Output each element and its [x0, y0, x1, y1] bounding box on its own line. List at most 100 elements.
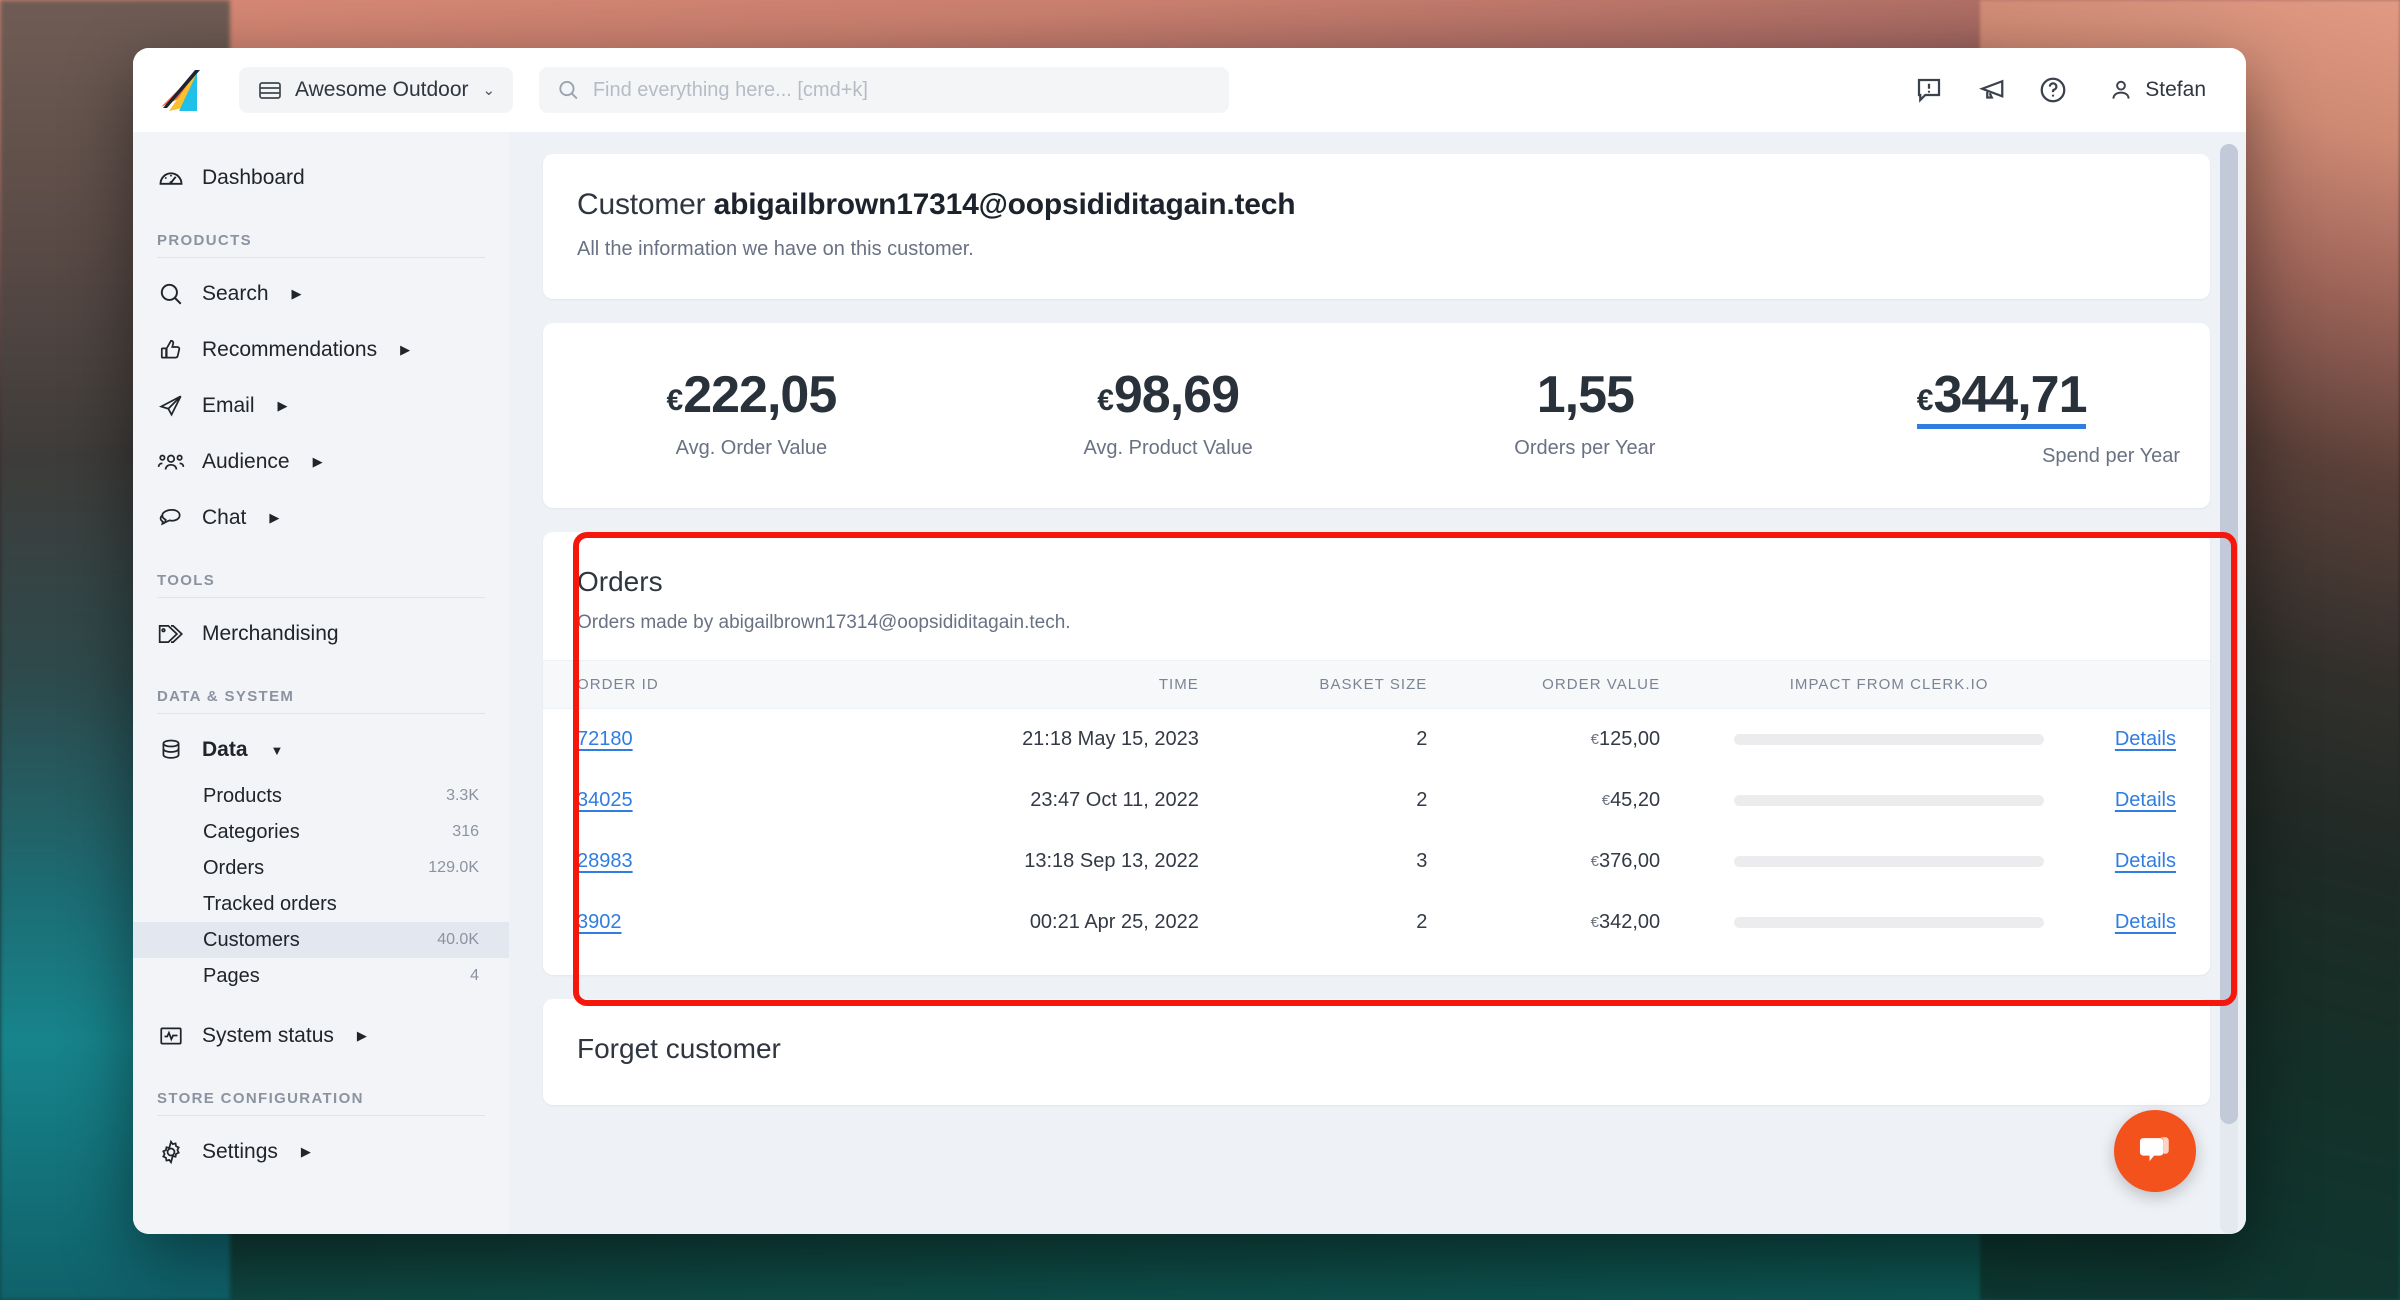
sidebar-item-label: Search [202, 282, 269, 305]
sidebar-item-dashboard[interactable]: Dashboard [133, 150, 509, 206]
global-search[interactable] [539, 67, 1230, 113]
activity-icon [157, 1022, 185, 1050]
user-name: Stefan [2145, 78, 2206, 101]
impact-progress-bar [1734, 795, 2045, 806]
currency-symbol: € [1590, 731, 1599, 748]
sidebar-subitem-count: 3.3K [446, 787, 479, 804]
order-time: 00:21 Apr 25, 2022 [1029, 911, 1199, 933]
orders-header: Orders Orders made by abigailbrown17314@… [543, 532, 2210, 660]
search-input[interactable] [592, 78, 1212, 102]
stat-label: Avg. Product Value [1083, 437, 1253, 459]
desktop-wallpaper: Awesome Outdoor ⌄ Find everything here..… [0, 0, 2400, 1300]
store-switcher[interactable]: Awesome Outdoor ⌄ [239, 67, 514, 113]
sidebar-subitem-label: Orders [203, 856, 265, 879]
sidebar: Dashboard PRODUCTS Search ▶ Recommendati… [133, 132, 509, 1234]
store-switcher-label: Awesome Outdoor [295, 78, 469, 101]
sidebar-item-label: System status [202, 1024, 334, 1047]
impact-progress-bar [1734, 734, 2045, 745]
vertical-scrollbar-track[interactable] [2220, 144, 2238, 1234]
details-link[interactable]: Details [2115, 911, 2176, 933]
sidebar-subitem-count: 129.0K [428, 859, 479, 876]
order-time: 21:18 May 15, 2023 [1022, 728, 1199, 750]
announcement-icon[interactable] [1976, 75, 2006, 105]
order-basket-size: 2 [1416, 789, 1428, 811]
currency-symbol: € [1590, 853, 1599, 870]
divider [157, 597, 485, 598]
divider [157, 257, 485, 258]
divider [157, 1115, 485, 1116]
chevron-right-icon: ▶ [400, 342, 411, 357]
orders-subtitle: Orders made by abigailbrown17314@oopsidi… [577, 612, 1071, 633]
sidebar-item-data[interactable]: Data ▼ [133, 722, 509, 778]
stat-number: 98,69 [1113, 366, 1240, 424]
clerk-io-logo[interactable] [157, 67, 211, 113]
details-link[interactable]: Details [2115, 789, 2176, 811]
order-id-link[interactable]: 72180 [577, 728, 633, 750]
currency-symbol: € [1601, 792, 1611, 809]
table-row: 3902 00:21 Apr 25, 2022 2 €342,00 Detail… [543, 892, 2210, 953]
order-id-link[interactable]: 28983 [577, 850, 633, 872]
sidebar-item-settings[interactable]: Settings ▶ [133, 1124, 509, 1180]
column-header-order-value: ORDER VALUE [1485, 660, 1735, 709]
top-navigation-bar: Awesome Outdoor ⌄ Find everything here..… [133, 48, 2246, 132]
order-basket-size: 2 [1416, 728, 1428, 750]
details-link[interactable]: Details [2115, 850, 2176, 872]
column-header-basket-size: BASKET SIZE [1236, 660, 1486, 709]
stat-number: 1,55 [1536, 366, 1635, 424]
currency-symbol: € [1097, 384, 1114, 417]
help-icon[interactable] [2038, 75, 2068, 105]
sidebar-item-system-status[interactable]: System status ▶ [133, 1008, 509, 1064]
page-title: Customer abigailbrown17314@oopsididitaga… [577, 188, 2176, 222]
sidebar-item-merchandising[interactable]: Merchandising [133, 606, 509, 662]
stat-avg-product-value: €98,69 Avg. Product Value [960, 369, 1377, 468]
order-value: €342,00 [1485, 892, 1734, 953]
table-header-row: ORDER ID TIME BASKET SIZE ORDER VALUE IM… [543, 660, 2210, 709]
chevron-down-icon: ⌄ [482, 82, 496, 99]
forget-customer-card: Forget customer [543, 999, 2210, 1105]
user-menu[interactable]: Stefan [2108, 77, 2206, 103]
sidebar-subitem-categories[interactable]: Categories 316 [133, 814, 509, 850]
sidebar-item-chat[interactable]: Chat ▶ [133, 490, 509, 546]
sidebar-subitem-products[interactable]: Products 3.3K [133, 778, 509, 814]
order-value-number: 125,00 [1598, 728, 1661, 750]
sidebar-subitem-count: 4 [470, 967, 479, 984]
sidebar-item-label: Data [202, 738, 248, 761]
orders-table-head: ORDER ID TIME BASKET SIZE ORDER VALUE IM… [543, 660, 2210, 709]
sidebar-item-label: Chat [202, 506, 247, 529]
sidebar-subitem-label: Categories [203, 820, 300, 843]
stat-value: 1,55 [1377, 369, 1794, 421]
sidebar-subitem-count: 316 [452, 823, 479, 840]
sidebar-item-label: Recommendations [202, 338, 378, 361]
sidebar-section-data-system: DATA & SYSTEM [157, 688, 295, 705]
sidebar-item-label: Email [202, 394, 255, 417]
vertical-scrollbar-thumb[interactable] [2220, 144, 2238, 1124]
tag-icon [157, 620, 185, 648]
order-id-link[interactable]: 3902 [577, 911, 622, 933]
customer-stats-card: €222,05 Avg. Order Value €98,69 Avg. Pro… [543, 323, 2210, 508]
order-basket-size: 2 [1416, 911, 1428, 933]
chat-widget-button[interactable] [2114, 1110, 2196, 1192]
orders-card: Orders Orders made by abigailbrown17314@… [543, 532, 2237, 1006]
sidebar-item-search[interactable]: Search ▶ [133, 266, 509, 322]
order-value: €376,00 [1485, 831, 1734, 892]
divider [157, 713, 485, 714]
sidebar-subitem-customers[interactable]: Customers 40.0K [133, 922, 509, 958]
stat-number: 222,05 [683, 366, 837, 424]
chevron-right-icon: ▶ [356, 1028, 367, 1043]
sidebar-item-audience[interactable]: Audience ▶ [133, 434, 509, 490]
feedback-icon[interactable] [1914, 75, 1944, 105]
order-value-number: 45,20 [1610, 789, 1661, 811]
table-row: 72180 21:18 May 15, 2023 2 €125,00 Detai… [543, 709, 2210, 771]
details-link[interactable]: Details [2115, 728, 2176, 750]
order-basket-size: 3 [1416, 850, 1428, 872]
sidebar-subitem-pages[interactable]: Pages 4 [133, 958, 509, 994]
sidebar-subitem-tracked-orders[interactable]: Tracked orders [133, 886, 509, 922]
sidebar-item-email[interactable]: Email ▶ [133, 378, 509, 434]
sidebar-subitem-orders[interactable]: Orders 129.0K [133, 850, 509, 886]
orders-table-body: 72180 21:18 May 15, 2023 2 €125,00 Detai… [543, 709, 2210, 954]
chevron-right-icon: ▶ [300, 1144, 311, 1159]
sidebar-section-products: PRODUCTS [157, 232, 252, 249]
sidebar-subitem-label: Pages [203, 964, 260, 987]
sidebar-item-recommendations[interactable]: Recommendations ▶ [133, 322, 509, 378]
order-id-link[interactable]: 34025 [577, 789, 633, 811]
